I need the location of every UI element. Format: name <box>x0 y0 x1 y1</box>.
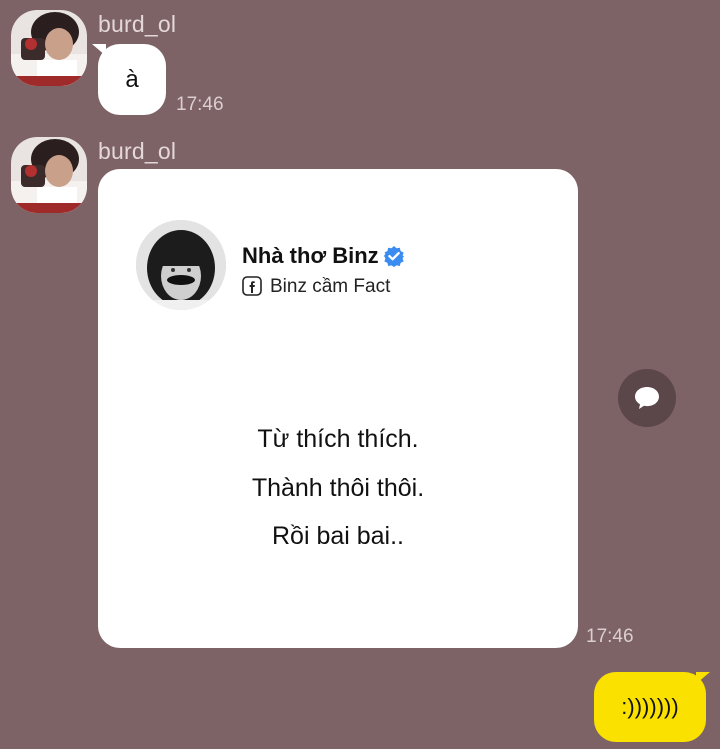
sender-name: burd_ol <box>98 138 177 164</box>
chat-bubble-icon <box>635 387 659 409</box>
verified-check-icon <box>384 246 404 267</box>
message-time: 17:46 <box>586 626 634 647</box>
avatar-photo <box>11 137 87 213</box>
shared-image[interactable]: Nhà thơ Binz Binz cầm Fact Từ thích thíc… <box>98 169 578 648</box>
sender-avatar[interactable] <box>11 137 87 213</box>
share-button[interactable] <box>618 369 676 427</box>
page-subtitle: Binz cầm Fact <box>270 276 391 297</box>
facebook-icon <box>242 276 262 296</box>
my-message-bubble[interactable]: :))))))) <box>594 672 706 742</box>
message-time: 17:46 <box>176 94 224 115</box>
page-profile-picture <box>136 220 226 310</box>
quote-line-3: Rồi bai bai.. <box>271 522 405 550</box>
page-name: Nhà thơ Binz <box>242 243 379 268</box>
sender-avatar[interactable] <box>11 10 87 86</box>
sender-name: burd_ol <box>98 11 177 37</box>
quote-line-2: Thành thôi thôi. <box>251 474 425 502</box>
avatar-photo <box>11 10 87 86</box>
message-bubble[interactable]: à <box>98 44 166 115</box>
quote-line-1: Từ thích thích. <box>257 425 419 453</box>
